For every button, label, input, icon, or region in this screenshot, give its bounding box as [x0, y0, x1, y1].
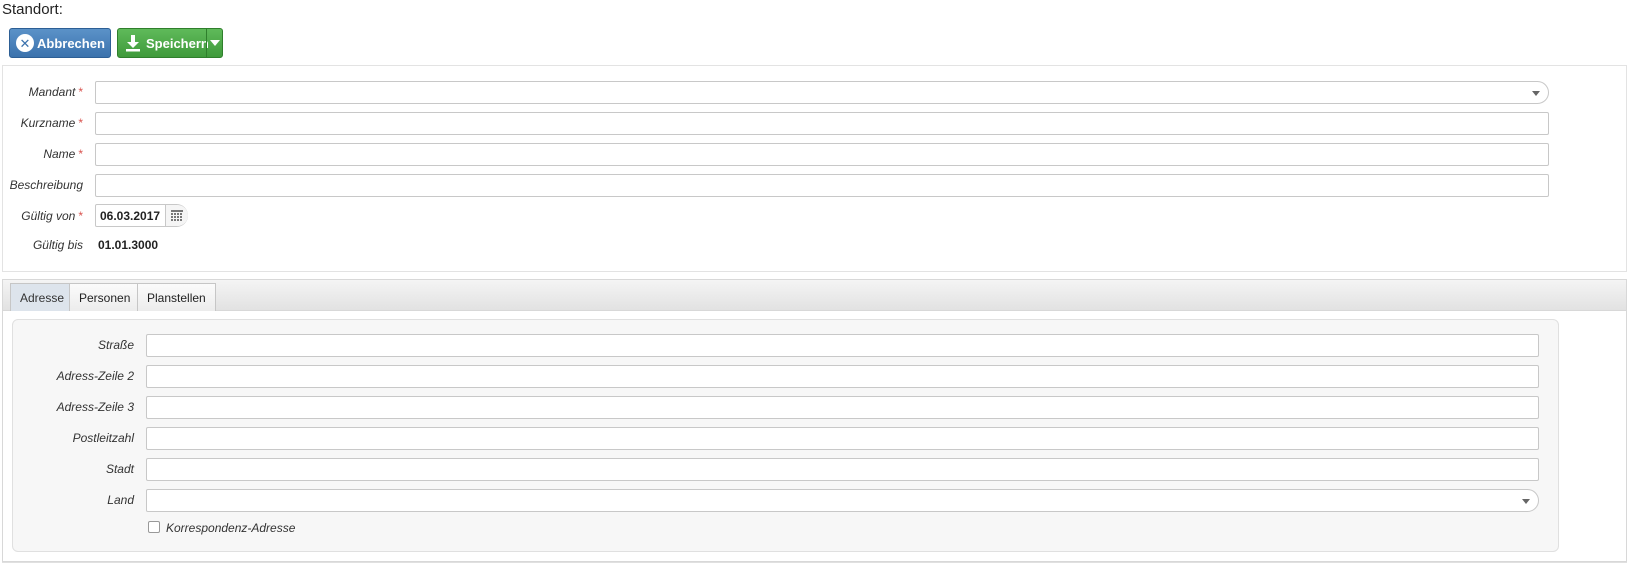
kurzname-input[interactable] [95, 112, 1549, 135]
tab-personen[interactable]: Personen [69, 283, 141, 311]
tab-planstellen[interactable]: Planstellen [137, 283, 216, 311]
land-label: Land [107, 493, 134, 507]
tab-bar: Adresse Personen Planstellen [2, 279, 1627, 311]
calendar-icon[interactable] [165, 205, 188, 226]
mandant-select[interactable] [95, 81, 1549, 104]
stadt-input[interactable] [146, 458, 1539, 481]
name-label: Name * [43, 147, 83, 161]
postleitzahl-input[interactable] [146, 427, 1539, 450]
adress-zeile-2-input[interactable] [146, 365, 1539, 388]
gueltig-von-label: Gültig von * [21, 209, 83, 223]
gueltig-bis-value: 01.01.3000 [98, 238, 159, 252]
download-icon [126, 35, 140, 52]
adress-zeile-3-label: Adress-Zeile 3 [56, 400, 134, 414]
chevron-down-icon[interactable] [1522, 499, 1530, 504]
chevron-down-icon[interactable] [1532, 91, 1540, 96]
land-select[interactable] [146, 489, 1539, 512]
cancel-button[interactable]: ✕ Abbrechen [9, 28, 111, 58]
beschreibung-input[interactable] [95, 174, 1549, 197]
postleitzahl-label: Postleitzahl [72, 431, 134, 445]
header-form-panel: Mandant * Kurzname * Name * Beschreibung Gü… [2, 65, 1627, 272]
stadt-label: Stadt [105, 462, 134, 476]
gueltig-von-date-field[interactable]: 06.03.2017 [95, 204, 188, 227]
mandant-label: Mandant * [28, 85, 83, 99]
required-marker: * [78, 116, 83, 130]
adress-zeile-2-label: Adress-Zeile 2 [56, 369, 134, 383]
gueltig-von-input[interactable]: 06.03.2017 [100, 209, 160, 223]
strasse-input[interactable] [146, 334, 1539, 357]
save-menu-chevron-down-icon[interactable] [206, 29, 222, 57]
korrespondenz-adresse-label[interactable]: Korrespondenz-Adresse [166, 521, 295, 535]
required-marker: * [78, 85, 83, 99]
tab-adresse[interactable]: Adresse [10, 283, 75, 311]
page-title: Standort: [2, 1, 63, 18]
name-input[interactable] [95, 143, 1549, 166]
kurzname-label: Kurzname * [20, 116, 83, 130]
cancel-button-label: Abbrechen [37, 35, 105, 51]
strasse-label: Straße [97, 338, 134, 352]
footer-divider [2, 562, 1627, 565]
close-circle-icon: ✕ [16, 34, 34, 52]
korrespondenz-adresse-checkbox[interactable] [148, 521, 160, 533]
save-button-label: Speichern [146, 35, 209, 51]
beschreibung-label: Beschreibung [9, 178, 83, 192]
save-button[interactable]: Speichern [117, 28, 223, 58]
adress-zeile-3-input[interactable] [146, 396, 1539, 419]
gueltig-bis-label: Gültig bis [32, 238, 83, 252]
required-marker: * [78, 209, 83, 223]
required-marker: * [78, 147, 83, 161]
